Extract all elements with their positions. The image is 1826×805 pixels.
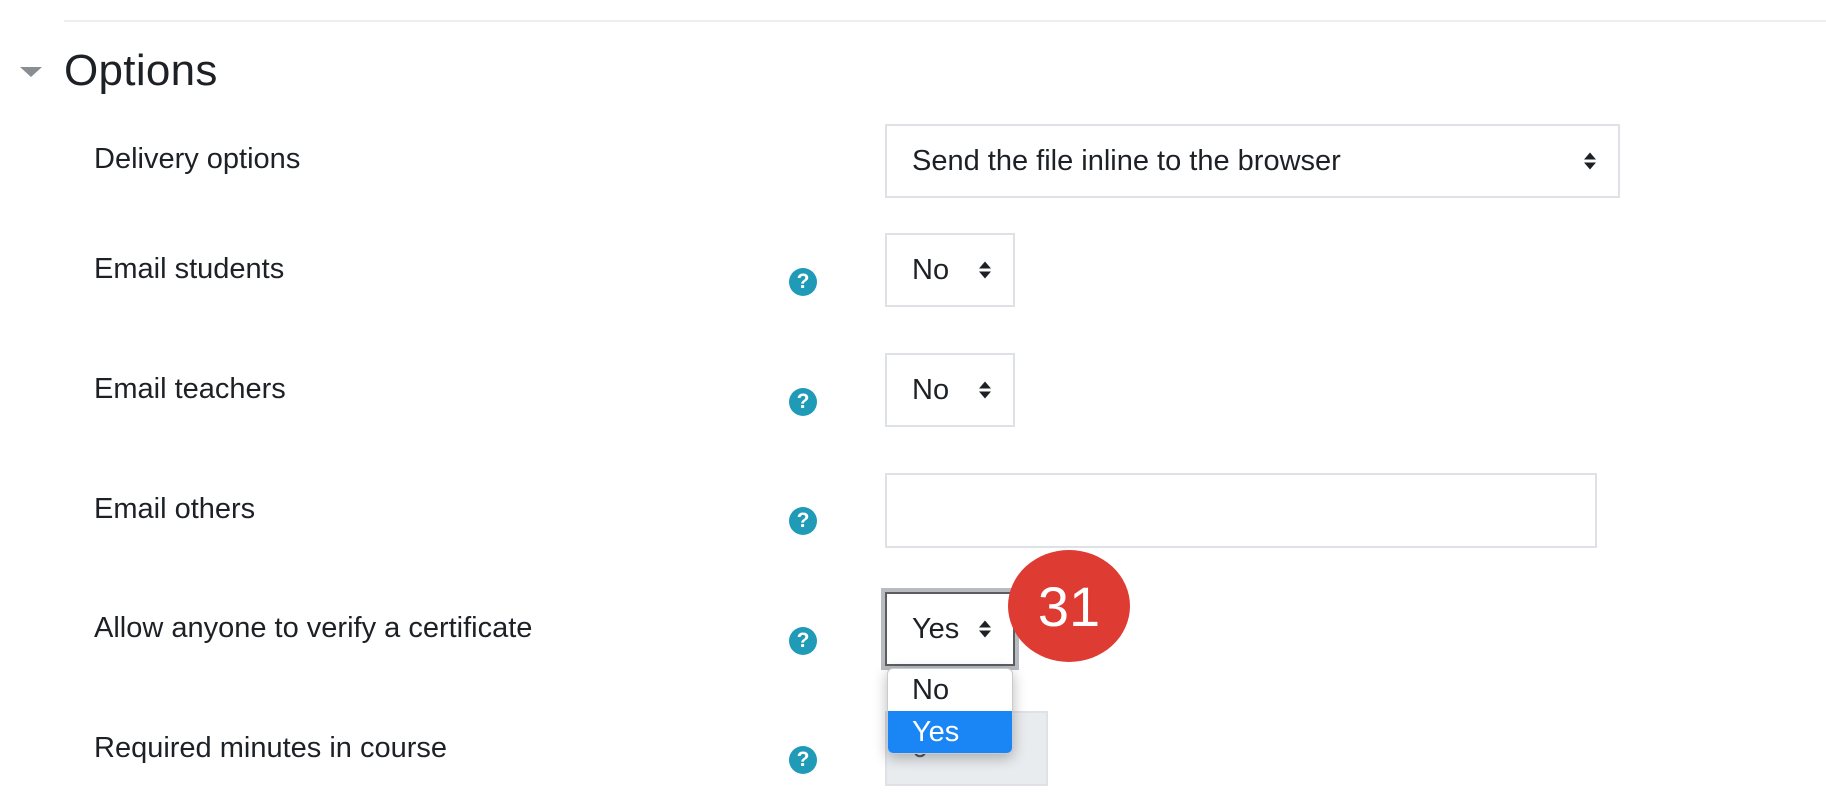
options-section-toggle[interactable]: Options bbox=[20, 46, 218, 96]
help-icon[interactable]: ? bbox=[789, 627, 817, 655]
email-students-label: Email students bbox=[94, 253, 285, 285]
verify-certificate-value: Yes bbox=[912, 612, 960, 645]
required-minutes-label: Required minutes in course bbox=[94, 732, 448, 764]
email-students-select[interactable]: No bbox=[885, 233, 1015, 307]
email-teachers-value: No bbox=[912, 373, 950, 406]
step-number-badge: 31 bbox=[1008, 550, 1130, 662]
dropdown-option-yes[interactable]: Yes bbox=[888, 711, 1012, 753]
email-teachers-label: Email teachers bbox=[94, 373, 286, 405]
caret-down-icon[interactable] bbox=[20, 67, 42, 77]
email-teachers-select[interactable]: No bbox=[885, 353, 1015, 427]
section-title: Options bbox=[64, 46, 218, 95]
sort-arrows-icon bbox=[979, 620, 991, 638]
verify-certificate-select[interactable]: Yes bbox=[885, 592, 1015, 666]
sort-arrows-icon bbox=[979, 381, 991, 399]
help-icon[interactable]: ? bbox=[789, 746, 817, 774]
email-others-input[interactable] bbox=[885, 473, 1597, 548]
dropdown-option-no[interactable]: No bbox=[888, 669, 1012, 711]
options-form-page: Options Delivery options Send the file i… bbox=[0, 0, 1826, 805]
sort-arrows-icon bbox=[979, 261, 991, 279]
delivery-options-value: Send the file inline to the browser bbox=[912, 144, 1341, 177]
delivery-options-select[interactable]: Send the file inline to the browser bbox=[885, 124, 1620, 198]
help-icon[interactable]: ? bbox=[789, 507, 817, 535]
help-icon[interactable]: ? bbox=[789, 388, 817, 416]
delivery-options-label: Delivery options bbox=[94, 143, 301, 175]
email-students-value: No bbox=[912, 253, 950, 286]
verify-certificate-dropdown: No Yes bbox=[887, 668, 1013, 754]
help-icon[interactable]: ? bbox=[789, 268, 817, 296]
email-others-label: Email others bbox=[94, 493, 256, 525]
section-divider bbox=[64, 20, 1826, 22]
sort-arrows-icon bbox=[1584, 152, 1596, 170]
verify-certificate-label: Allow anyone to verify a certificate bbox=[94, 612, 533, 644]
